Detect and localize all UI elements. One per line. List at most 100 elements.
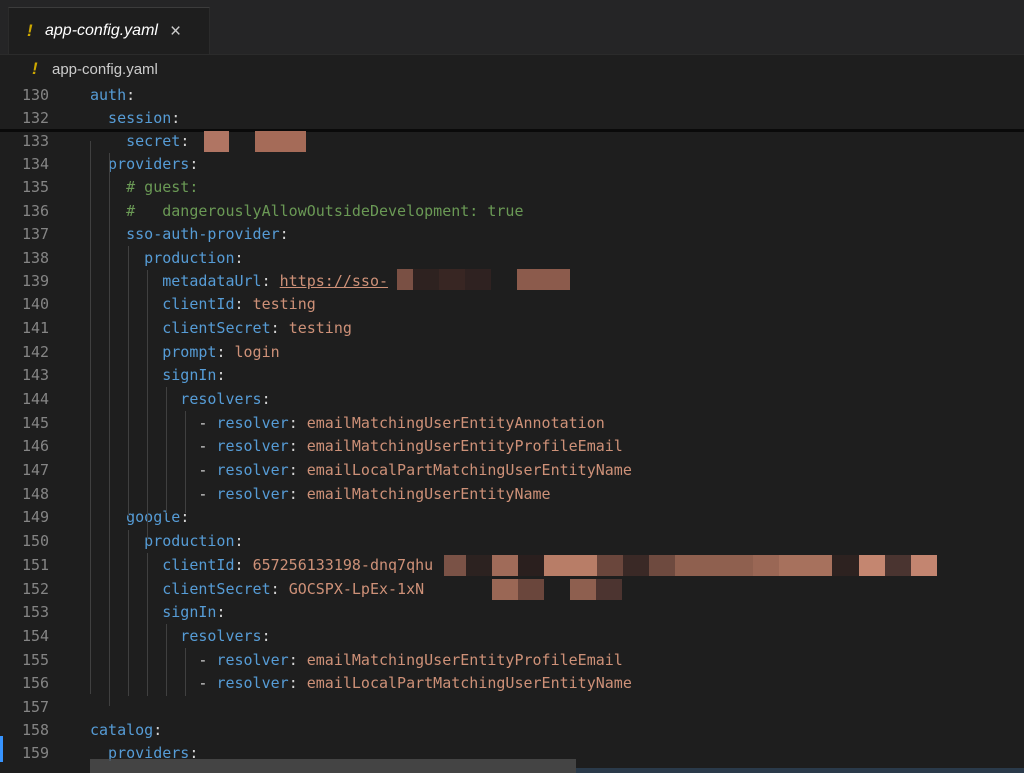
line-code: auth: bbox=[90, 84, 135, 107]
code-line[interactable]: 153 signIn: bbox=[0, 601, 1024, 624]
code-token: emailLocalPartMatchingUserEntityName bbox=[306, 674, 632, 692]
code-token: session bbox=[90, 109, 172, 127]
line-number: 133 bbox=[22, 132, 50, 150]
code-line[interactable]: 144 resolvers: bbox=[0, 388, 1024, 411]
redacted-id-151g bbox=[623, 555, 649, 576]
line-number: 134 bbox=[22, 155, 50, 173]
code-token: : bbox=[189, 155, 199, 173]
indent-guide bbox=[166, 624, 167, 696]
line-code: - resolver: emailMatchingUserEntityProfi… bbox=[90, 649, 622, 672]
line-code: secret: bbox=[90, 130, 198, 153]
code-token: : bbox=[216, 603, 226, 621]
code-token: production bbox=[90, 532, 235, 550]
code-token: 657256133198-dnq7qhu bbox=[252, 556, 434, 574]
code-line[interactable]: 147 - resolver: emailLocalPartMatchingUs… bbox=[0, 459, 1024, 482]
code-token: clientSecret bbox=[90, 580, 271, 598]
line-code: signIn: bbox=[90, 364, 225, 387]
code-line[interactable]: 146 - resolver: emailMatchingUserEntityP… bbox=[0, 435, 1024, 458]
code-token: emailMatchingUserEntityProfileEmail bbox=[306, 437, 623, 455]
line-code: # guest: bbox=[90, 176, 198, 199]
line-number: 155 bbox=[22, 651, 50, 669]
code-line[interactable]: 157 bbox=[0, 696, 1024, 719]
code-line[interactable]: 154 resolvers: bbox=[0, 625, 1024, 648]
line-code: sso-auth-provider: bbox=[90, 223, 289, 246]
code-line[interactable]: 139 metadataUrl: https://sso- bbox=[0, 270, 1024, 293]
redacted-id-151i bbox=[675, 555, 753, 576]
indent-guide bbox=[147, 270, 148, 540]
code-line[interactable]: 145 - resolver: emailMatchingUserEntityA… bbox=[0, 412, 1024, 435]
code-line[interactable]: 142 prompt: login bbox=[0, 341, 1024, 364]
code-token: : bbox=[234, 295, 253, 313]
code-token: : bbox=[288, 674, 307, 692]
code-line[interactable]: 132 session: bbox=[0, 107, 1024, 130]
line-number: 144 bbox=[22, 390, 50, 408]
redacted-id-151n bbox=[885, 555, 911, 576]
line-number: 141 bbox=[22, 319, 50, 337]
indent-guide bbox=[166, 387, 167, 513]
indent-guide bbox=[90, 141, 91, 694]
redacted-id-151a bbox=[444, 555, 466, 576]
close-icon[interactable]: × bbox=[170, 22, 181, 41]
line-number: 154 bbox=[22, 627, 50, 645]
code-token: sso-auth-provider bbox=[90, 225, 280, 243]
code-line[interactable]: 155 - resolver: emailMatchingUserEntityP… bbox=[0, 649, 1024, 672]
code-token: login bbox=[234, 343, 280, 361]
line-number: 139 bbox=[22, 272, 50, 290]
code-token: : bbox=[261, 390, 271, 408]
code-token: : bbox=[216, 343, 235, 361]
line-code: - resolver: emailMatchingUserEntityProfi… bbox=[90, 435, 623, 458]
code-line[interactable]: 141 clientSecret: testing bbox=[0, 317, 1024, 340]
redacted-url-139c bbox=[439, 269, 465, 290]
code-token: clientId bbox=[90, 556, 235, 574]
line-number: 156 bbox=[22, 674, 50, 692]
redacted-id-151j bbox=[753, 555, 779, 576]
panel-edge bbox=[576, 768, 1024, 773]
code-line[interactable]: 150 production: bbox=[0, 530, 1024, 553]
code-line[interactable]: 137 sso-auth-provider: bbox=[0, 223, 1024, 246]
yaml-warning-icon: ! bbox=[27, 21, 33, 40]
indent-guide bbox=[185, 411, 186, 513]
line-code: session: bbox=[90, 107, 180, 130]
line-number: 159 bbox=[22, 744, 50, 762]
code-line[interactable]: 138 production: bbox=[0, 247, 1024, 270]
code-token: production bbox=[90, 249, 235, 267]
code-line[interactable]: 149 google: bbox=[0, 506, 1024, 529]
code-token: : bbox=[288, 651, 307, 669]
code-line[interactable]: 134 providers: bbox=[0, 153, 1024, 176]
horizontal-scrollbar[interactable] bbox=[90, 759, 576, 773]
tab-label: app-config.yaml bbox=[45, 22, 158, 39]
code-token: : bbox=[171, 109, 181, 127]
redacted-id-151o bbox=[911, 555, 937, 576]
code-token: : bbox=[288, 461, 307, 479]
breadcrumb-file[interactable]: app-config.yaml bbox=[52, 61, 158, 78]
line-code: prompt: login bbox=[90, 341, 280, 364]
code-token: : bbox=[126, 86, 136, 104]
code-line[interactable]: 143 signIn: bbox=[0, 364, 1024, 387]
code-token: emailMatchingUserEntityName bbox=[306, 485, 551, 503]
code-token: : bbox=[234, 556, 253, 574]
yaml-warning-icon: ! bbox=[32, 59, 38, 78]
redacted-url-139d bbox=[465, 269, 491, 290]
line-number: 152 bbox=[22, 580, 50, 598]
line-number: 149 bbox=[22, 508, 50, 526]
tab-app-config-yaml[interactable]: ! app-config.yaml × bbox=[8, 7, 210, 54]
code-line[interactable]: 158 catalog: bbox=[0, 719, 1024, 742]
code-line[interactable]: 156 - resolver: emailLocalPartMatchingUs… bbox=[0, 672, 1024, 695]
code-token: resolver bbox=[216, 674, 289, 692]
redacted-id-151m bbox=[859, 555, 885, 576]
code-line[interactable]: 130 auth: bbox=[0, 84, 1024, 107]
code-token: : bbox=[279, 225, 289, 243]
code-line[interactable]: 133 secret: bbox=[0, 130, 1024, 153]
sticky-scroll-divider bbox=[0, 129, 1024, 132]
line-code: google: bbox=[90, 506, 189, 529]
code-token: resolver bbox=[216, 485, 289, 503]
code-token: # dangerouslyAllowOutsideDevelopment: tr… bbox=[90, 202, 524, 220]
code-line[interactable]: 140 clientId: testing bbox=[0, 293, 1024, 316]
code-line[interactable]: 135 # guest: bbox=[0, 176, 1024, 199]
code-token: : bbox=[261, 627, 271, 645]
line-code: signIn: bbox=[90, 601, 225, 624]
code-line[interactable]: 148 - resolver: emailMatchingUserEntityN… bbox=[0, 483, 1024, 506]
code-token: : bbox=[234, 532, 244, 550]
code-line[interactable]: 136 # dangerouslyAllowOutsideDevelopment… bbox=[0, 200, 1024, 223]
line-code: clientId: 657256133198-dnq7qhu bbox=[90, 554, 433, 577]
